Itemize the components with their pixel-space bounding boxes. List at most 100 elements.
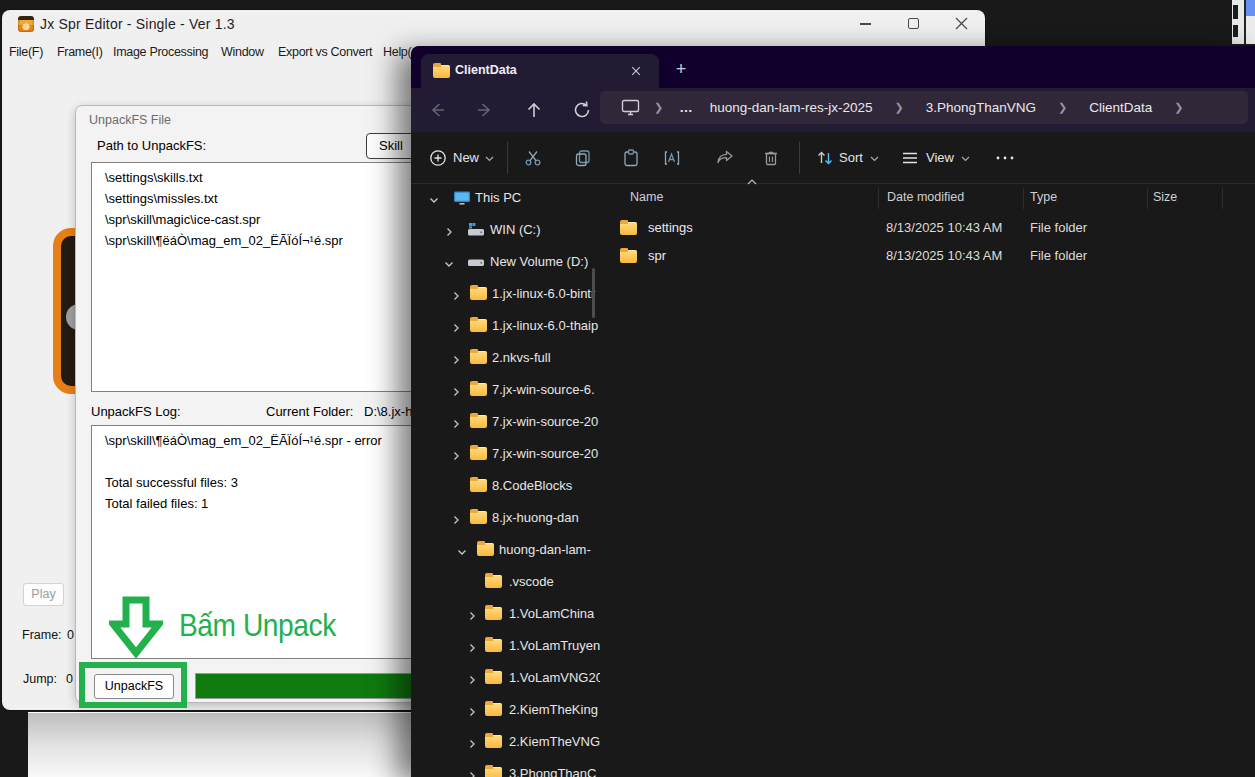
close-button[interactable] — [955, 17, 968, 30]
tree-item-label: New Volume (D:) — [490, 254, 588, 269]
tree-item-1volamvng20[interactable]: 1.VoLamVNG20 — [411, 662, 600, 694]
chevron-right-icon[interactable] — [450, 384, 462, 396]
tree-item-7jxwinsource20[interactable]: 7.jx-win-source-20 — [411, 438, 600, 470]
tree-item-1jxlinux60bintr[interactable]: 1.jx-linux-6.0-bintr — [411, 278, 600, 310]
scrollbar-mark — [1233, 25, 1238, 37]
tree-item-newvolumed[interactable]: New Volume (D:) — [411, 246, 600, 278]
forward-icon[interactable] — [475, 100, 495, 120]
chevron-right-icon[interactable] — [466, 608, 478, 620]
new-tab-button[interactable]: + — [670, 58, 692, 80]
tree-item-huongdanlam[interactable]: huong-dan-lam- — [411, 534, 600, 566]
share-icon[interactable] — [716, 149, 734, 167]
back-icon[interactable] — [427, 100, 447, 120]
column-separator[interactable] — [878, 188, 879, 209]
breadcrumb-clientdata[interactable]: ClientData — [1089, 100, 1152, 115]
column-header-size[interactable]: Size — [1153, 190, 1177, 204]
refresh-icon[interactable] — [572, 100, 592, 120]
chevron-down-icon[interactable] — [443, 256, 455, 268]
chevron-right-icon[interactable] — [450, 448, 462, 460]
menu-item-imageprocessing[interactable]: Image Processing — [113, 45, 208, 59]
up-icon[interactable] — [524, 100, 544, 120]
tree-item-vscode[interactable]: .vscode — [411, 566, 600, 598]
menu-item-help[interactable]: Help( — [383, 45, 411, 59]
column-separator[interactable] — [1147, 188, 1148, 209]
menu-item-window[interactable]: Window — [221, 45, 264, 59]
chevron-down-icon[interactable] — [428, 192, 440, 204]
menu-item-filef[interactable]: File(F) — [9, 45, 43, 59]
folder-icon — [477, 542, 494, 560]
file-row-settings[interactable]: settings8/13/2025 10:43 AMFile folder — [610, 214, 1250, 242]
column-header-date[interactable]: Date modified — [887, 190, 964, 204]
tree-item-label: 7.jx-win-source-6. — [492, 382, 595, 397]
chevron-right-icon[interactable] — [450, 416, 462, 428]
breadcrumb-overflow[interactable]: … — [679, 100, 694, 115]
new-button-label[interactable]: New — [453, 150, 479, 165]
play-button[interactable]: Play — [23, 583, 64, 606]
tab-title: ClientData — [455, 63, 517, 77]
sidebar-scrollbar[interactable] — [592, 268, 595, 318]
tree-item-label: 1.jx-linux-6.0-bintr — [492, 286, 595, 301]
minimize-button[interactable] — [860, 23, 871, 25]
breadcrumb-chevron: ❯ — [1058, 101, 1067, 114]
chevron-right-icon[interactable] — [466, 704, 478, 716]
tree-item-2nkvsfull[interactable]: 2.nkvs-full — [411, 342, 600, 374]
tree-item-winc[interactable]: WIN (C:) — [411, 214, 600, 246]
sort-icon[interactable] — [816, 149, 834, 167]
tree-item-2kiemthevng[interactable]: 2.KiemTheVNG — [411, 726, 600, 758]
more-options-icon[interactable] — [994, 149, 1016, 167]
background-window-bottom — [28, 712, 411, 777]
chevron-right-icon[interactable] — [450, 352, 462, 364]
tree-item-thispc[interactable]: This PC — [411, 184, 600, 214]
breadcrumb-huong-dan-lam-res-jx-2025[interactable]: huong-dan-lam-res-jx-2025 — [710, 100, 873, 115]
unpackfs-button[interactable]: UnpackFS — [94, 674, 174, 699]
menu-item-framei[interactable]: Frame(I) — [57, 45, 103, 59]
delete-icon[interactable] — [762, 149, 780, 167]
sort-button-label[interactable]: Sort — [839, 150, 863, 165]
tree-item-1volamchina[interactable]: 1.VoLamChina — [411, 598, 600, 630]
menu-item-exportvsconvert[interactable]: Export vs Convert — [278, 45, 372, 59]
view-icon[interactable] — [901, 149, 919, 167]
column-header-name[interactable]: Name — [630, 190, 663, 204]
rename-icon[interactable] — [663, 149, 681, 167]
tree-item-7jxwinsource6[interactable]: 7.jx-win-source-6. — [411, 374, 600, 406]
tree-item-7jxwinsource20[interactable]: 7.jx-win-source-20 — [411, 406, 600, 438]
tab-close-icon[interactable] — [629, 64, 643, 78]
tree-item-1jxlinux60thaip[interactable]: 1.jx-linux-6.0-thaip — [411, 310, 600, 342]
chevron-right-icon[interactable] — [443, 224, 455, 236]
chevron-right-icon[interactable] — [450, 288, 462, 300]
this-pc-icon — [621, 99, 640, 116]
folder-icon — [470, 382, 487, 400]
cut-icon[interactable] — [524, 149, 542, 167]
chevron-right-icon[interactable] — [450, 320, 462, 332]
background-window-blue-corner — [1246, 0, 1255, 16]
file-row-spr[interactable]: spr8/13/2025 10:43 AMFile folder — [610, 242, 1250, 270]
chevron-down-icon[interactable] — [456, 544, 468, 556]
tree-item-label: 1.VoLamTruyen — [509, 638, 600, 653]
view-button-label[interactable]: View — [926, 150, 954, 165]
chevron-right-icon[interactable] — [466, 672, 478, 684]
tree-item-1volamtruyen[interactable]: 1.VoLamTruyen — [411, 630, 600, 662]
tree-item-8codeblocks[interactable]: 8.CodeBlocks — [411, 470, 600, 502]
chevron-right-icon[interactable] — [466, 768, 478, 777]
tree-item-3phongthanc[interactable]: 3.PhongThanC — [411, 758, 600, 777]
chevron-right-icon[interactable] — [466, 736, 478, 748]
folder-icon — [485, 638, 502, 656]
breadcrumb-bar[interactable]: ❯ … huong-dan-lam-res-jx-2025❯3.PhongTha… — [600, 91, 1248, 124]
maximize-button[interactable] — [908, 18, 919, 29]
tab-clientdata[interactable]: ClientData — [421, 54, 659, 88]
screen: Jx Spr Editor - Single - Ver 1.3 File(F)… — [0, 0, 1255, 777]
column-header-type[interactable]: Type — [1030, 190, 1057, 204]
folder-icon — [485, 606, 502, 624]
breadcrumb-3.phongthanvng[interactable]: 3.PhongThanVNG — [926, 100, 1036, 115]
chevron-right-icon[interactable] — [466, 640, 478, 652]
paste-icon[interactable] — [622, 149, 640, 167]
tree-item-2kiemtheking[interactable]: 2.KiemTheKing — [411, 694, 600, 726]
tree-item-label: 3.PhongThanC — [509, 766, 596, 777]
new-icon[interactable] — [429, 149, 447, 167]
tree-item-8jxhuongdan[interactable]: 8.jx-huong-dan — [411, 502, 600, 534]
chevron-right-icon[interactable] — [450, 512, 462, 524]
column-separator[interactable] — [1023, 188, 1024, 209]
folder-icon — [620, 250, 637, 263]
column-separator[interactable] — [1222, 188, 1223, 209]
copy-icon[interactable] — [574, 149, 592, 167]
